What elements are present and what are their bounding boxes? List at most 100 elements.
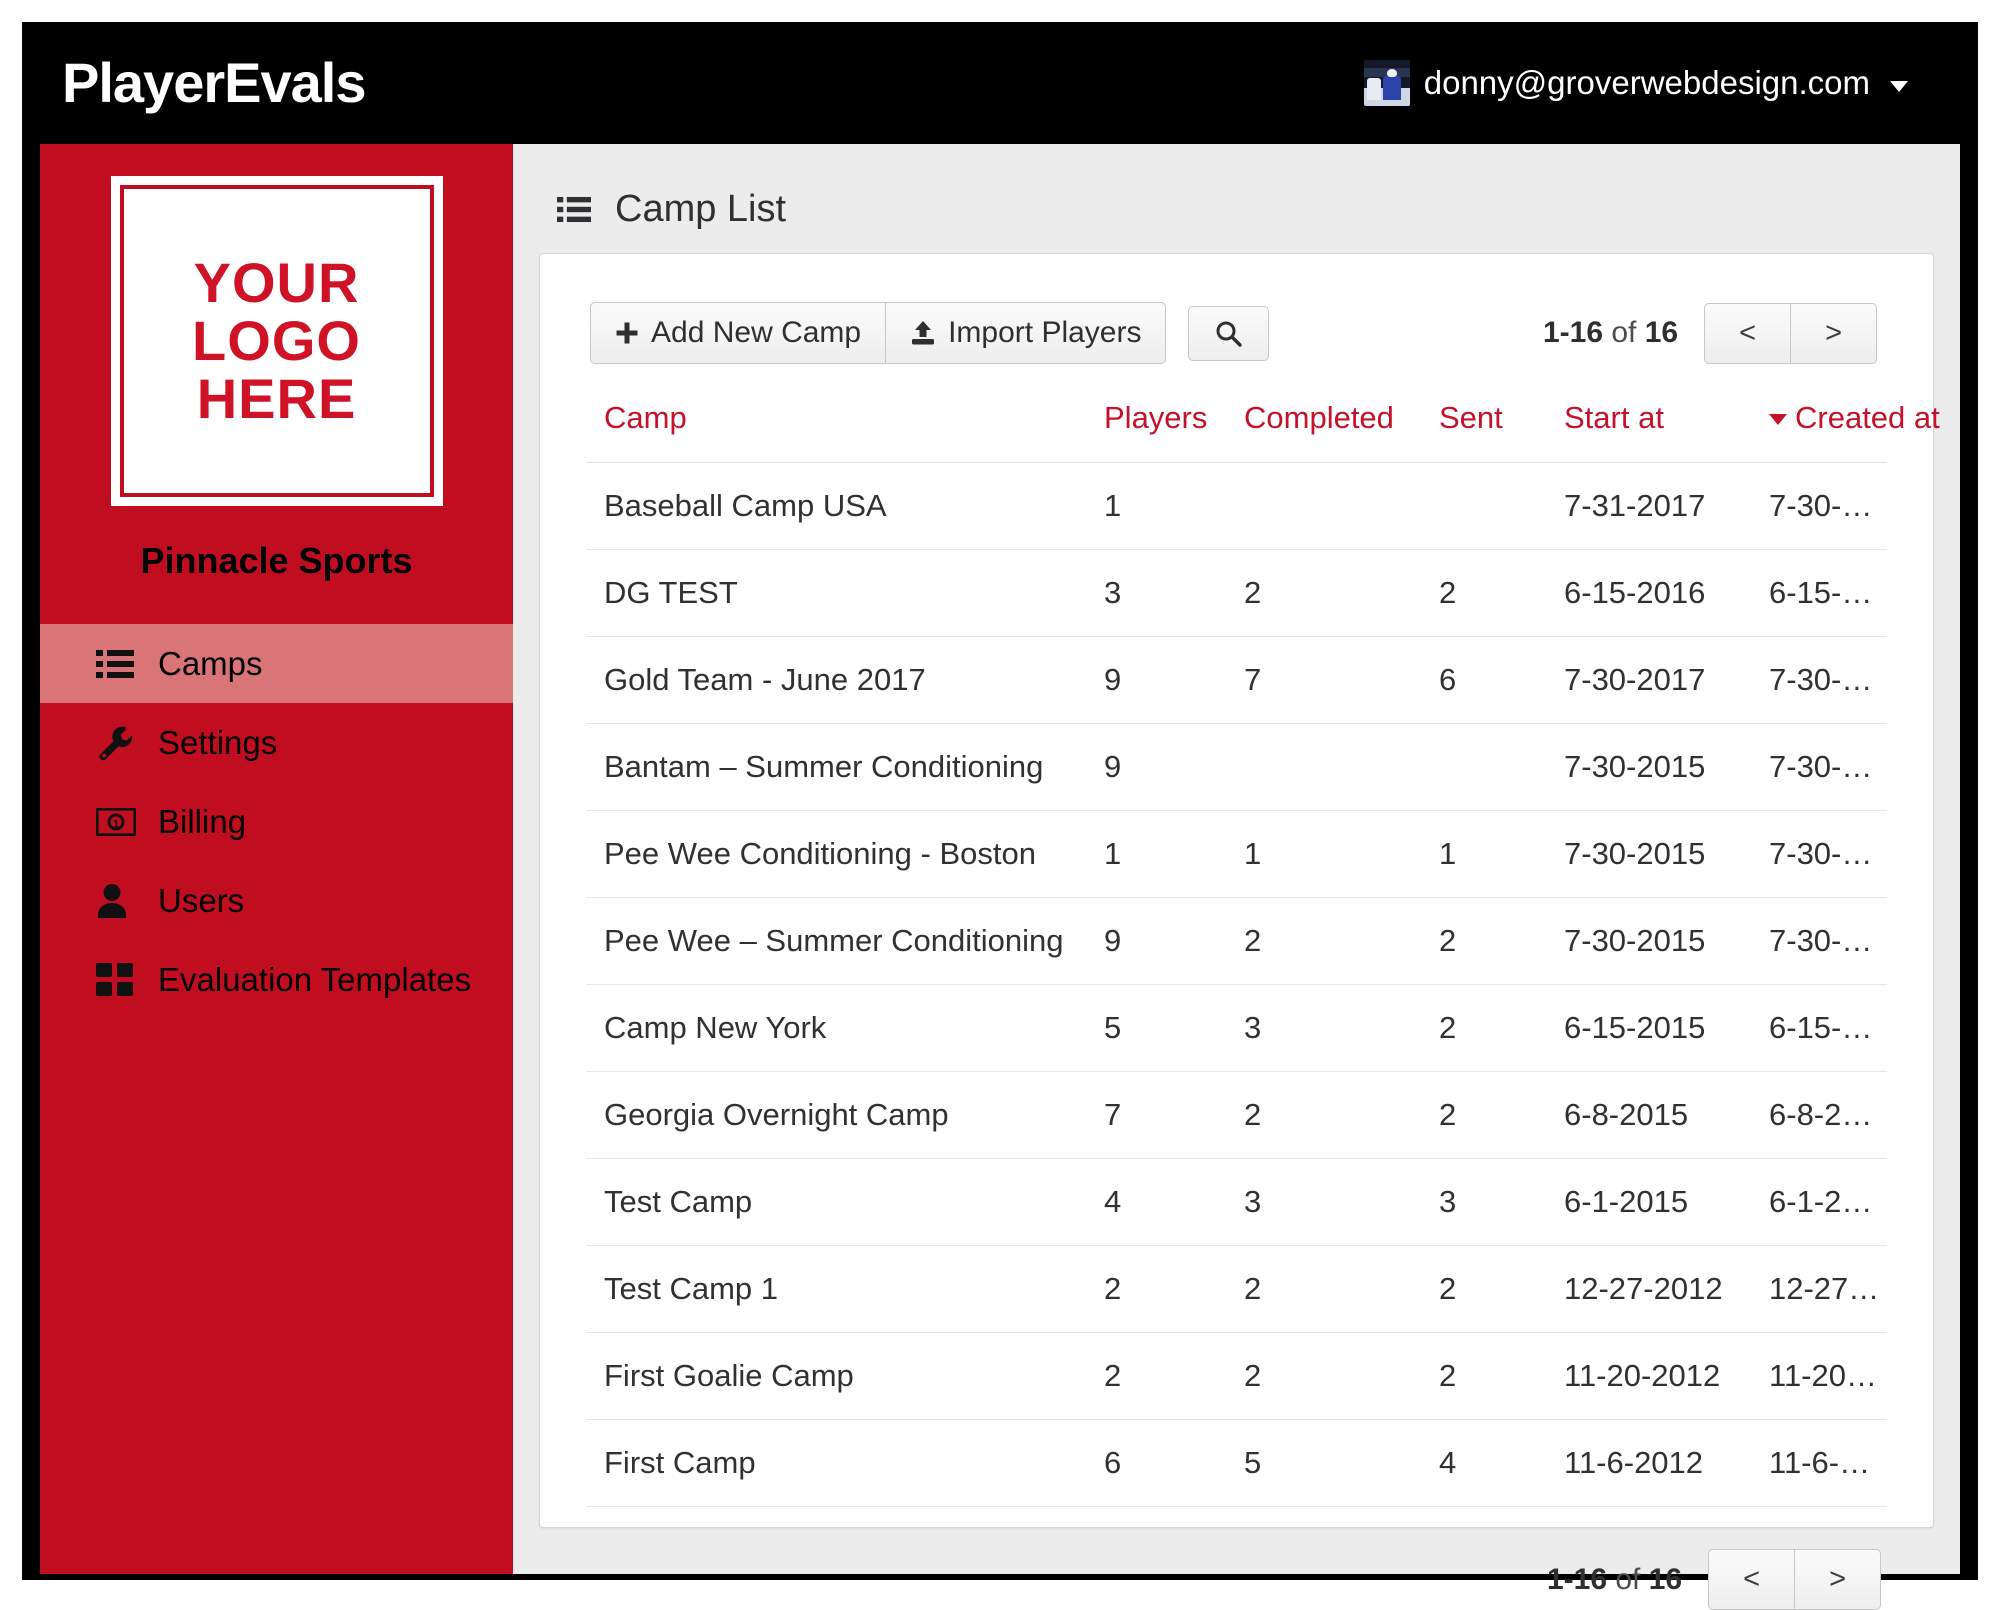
svg-text:1: 1 <box>113 818 119 830</box>
cell-players: 9 <box>1086 723 1226 811</box>
cell-camp: Test Camp <box>586 1158 1086 1246</box>
cell-start-at: 11-6-2012 <box>1546 1419 1751 1507</box>
import-players-button[interactable]: Import Players <box>886 302 1167 364</box>
cell-created-at: 7-30-2015 <box>1751 897 1887 985</box>
prev-page-button[interactable]: < <box>1704 302 1792 364</box>
table-row[interactable]: First Goalie Camp22211-20-201211-20-2012 <box>586 1332 1887 1420</box>
next-page-button-bottom[interactable]: > <box>1795 1549 1881 1610</box>
logo-line-2: LOGO <box>192 308 361 372</box>
cell-sent: 3 <box>1421 1158 1546 1246</box>
sidebar-item-settings[interactable]: Settings <box>40 703 513 782</box>
sidebar-item-label: Billing <box>158 802 247 840</box>
table-row[interactable]: Baseball Camp USA1 7-31-20177-30-2017 <box>586 462 1887 550</box>
cell-start-at: 6-15-2015 <box>1546 984 1751 1072</box>
column-header-start-at[interactable]: Start at <box>1546 400 1751 463</box>
cell-players: 9 <box>1086 897 1226 985</box>
sidebar-item-evaluation-templates[interactable]: Evaluation Templates <box>40 940 513 1019</box>
cell-sent: 4 <box>1421 1419 1546 1507</box>
cell-camp: First Camp <box>586 1419 1086 1507</box>
cell-players: 1 <box>1086 462 1226 550</box>
column-header-created-at[interactable]: Created at <box>1751 400 1940 463</box>
prev-page-button-bottom[interactable]: < <box>1708 1549 1796 1610</box>
company-name: Pinnacle Sports <box>140 540 413 581</box>
table-row[interactable]: Pee Wee Conditioning - Boston 1 1 1 7-30-201… <box>586 810 1887 898</box>
sidebar-item-camps[interactable]: Camps <box>40 624 513 703</box>
app-brand-logo[interactable]: PlayerEvals <box>62 55 366 111</box>
sidebar-item-label: Evaluation Templates <box>158 960 472 998</box>
cell-sent: 2 <box>1421 897 1546 985</box>
cell-sent: 2 <box>1421 1071 1546 1159</box>
table-header-row: Camp Players Completed Sent Start at Cre… <box>586 400 1940 463</box>
cell-camp: Gold Team - June 2017 <box>586 636 1086 724</box>
table-row[interactable]: Georgia Overnight Camp 7 2 2 6-8-2015 6-8-201… <box>586 1071 1887 1159</box>
camp-list-card: Add New Camp Import Players 1-16 of 16 <… <box>539 253 1940 1610</box>
table-row[interactable]: Gold Team - June 2017 9 7 6 7-30-2017 7-30-20… <box>586 636 1887 724</box>
cell-created-at: 12-27-2012 <box>1751 1245 1887 1333</box>
column-header-camp[interactable]: Camp <box>586 400 1086 463</box>
search-button[interactable] <box>1188 305 1270 361</box>
app-frame: PlayerEvals donny@groverwebdesign.com YO… <box>22 22 1978 1610</box>
cell-camp: Baseball Camp USA <box>586 462 1086 550</box>
cell-camp: Bantam – Summer Conditioning <box>586 723 1086 811</box>
cell-completed: 2 <box>1226 1071 1421 1159</box>
cell-sent: 2 <box>1421 549 1546 637</box>
column-header-sent[interactable]: Sent <box>1421 400 1546 463</box>
table-row[interactable]: Bantam – Summer Conditioning 9 7-30-2015 7-… <box>586 723 1887 811</box>
plus-icon <box>615 321 639 345</box>
column-header-completed[interactable]: Completed <box>1226 400 1421 463</box>
cell-completed: 2 <box>1226 1245 1421 1333</box>
cell-players: 2 <box>1086 1332 1226 1420</box>
sidebar-item-billing[interactable]: 1 Billing <box>40 782 513 861</box>
cell-players: 6 <box>1086 1419 1226 1507</box>
cell-completed: 3 <box>1226 1158 1421 1246</box>
app-body: YOUR LOGO HERE Pinnacle Sports Camps Set… <box>40 144 1960 1610</box>
cell-start-at: 7-30-2015 <box>1546 897 1751 985</box>
column-header-created-at-label: Created at <box>1795 400 1940 435</box>
cell-start-at: 6-8-2015 <box>1546 1071 1751 1159</box>
cell-camp: Pee Wee Conditioning - Boston <box>586 810 1086 898</box>
pagination-count-bottom: 1-16 of 16 <box>1547 1563 1682 1597</box>
page-header: Camp List <box>539 174 1934 253</box>
cell-camp: Pee Wee – Summer Conditioning <box>586 897 1086 985</box>
cell-created-at: 6-15-2016 <box>1751 549 1887 637</box>
import-players-label: Import Players <box>948 316 1142 349</box>
sidebar-item-users[interactable]: Users <box>40 861 513 940</box>
pagination-top: 1-16 of 16 < > <box>1543 302 1883 364</box>
account-menu[interactable]: donny@groverwebdesign.com <box>1363 60 1908 106</box>
logo-line-3: HERE <box>196 367 357 431</box>
cell-players: 1 <box>1086 810 1226 898</box>
cell-sent: 6 <box>1421 636 1546 724</box>
cell-camp: Georgia Overnight Camp <box>586 1071 1086 1159</box>
table-row[interactable]: Test Camp 4 3 3 6-1-2015 6-1-2015 <box>586 1158 1887 1246</box>
table-row[interactable]: Test Camp 122212-27-201212-27-2012 <box>586 1245 1887 1333</box>
table-row[interactable]: Camp New York5326-15-20156-15-2015 <box>586 984 1887 1072</box>
cell-created-at: 6-15-2015 <box>1751 984 1887 1072</box>
cell-created-at: 7-30-2015 <box>1751 636 1887 724</box>
cell-created-at: 6-8-2015 <box>1751 1071 1887 1159</box>
table-row[interactable]: DG TEST3226-15-20166-15-2016 <box>586 549 1887 637</box>
table-row[interactable]: First Camp65411-6-201211-6-2012 <box>586 1419 1887 1507</box>
list-icon <box>96 646 136 682</box>
cell-start-at: 6-1-2015 <box>1546 1158 1751 1246</box>
cell-completed: 2 <box>1226 897 1421 985</box>
add-new-camp-button[interactable]: Add New Camp <box>590 302 887 364</box>
pagination-of: of <box>1611 316 1637 349</box>
pagination-total-bottom: 16 <box>1648 1562 1683 1596</box>
toolbar-actions: Add New Camp Import Players <box>590 302 1270 364</box>
user-icon <box>96 883 136 919</box>
pager-top: < > <box>1704 302 1877 364</box>
cell-camp: Camp New York <box>586 984 1086 1072</box>
cell-completed: 3 <box>1226 984 1421 1072</box>
caret-down-icon <box>1890 80 1908 92</box>
money-bill-icon: 1 <box>96 804 136 840</box>
pagination-range-bottom: 1-16 <box>1546 1562 1608 1596</box>
cell-camp: Test Camp 1 <box>586 1245 1086 1333</box>
logo-placeholder[interactable]: YOUR LOGO HERE <box>110 176 443 506</box>
column-header-players[interactable]: Players <box>1086 400 1226 463</box>
next-page-button[interactable]: > <box>1791 302 1877 364</box>
cell-completed: 7 <box>1226 636 1421 724</box>
cell-players: 4 <box>1086 1158 1226 1246</box>
table-row[interactable]: Pee Wee – Summer Conditioning 9 2 2 7-30-201… <box>586 897 1887 985</box>
cell-start-at: 7-31-2017 <box>1546 462 1751 550</box>
cell-created-at: 7-30-2015 <box>1751 810 1887 898</box>
